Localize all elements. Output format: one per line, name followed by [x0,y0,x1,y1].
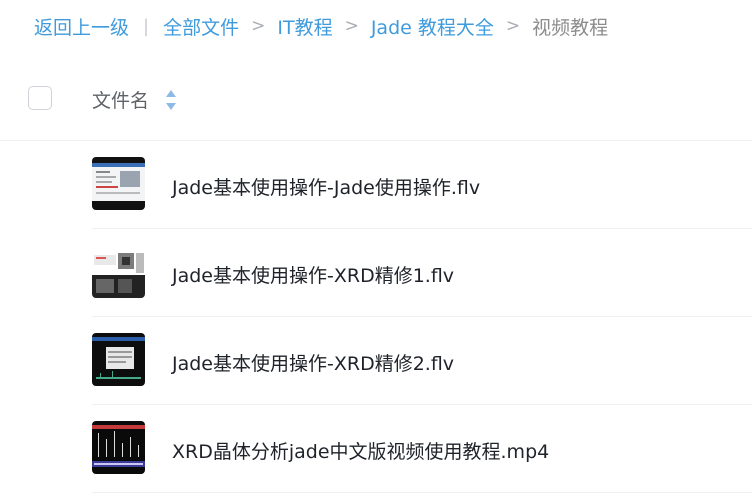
list-header: 文件名 [0,70,752,141]
video-thumbnail-screen-icon [92,157,145,210]
breadcrumb: 返回上一级 | 全部文件 > IT教程 > Jade 教程大全 > 视频教程 [34,12,608,40]
file-list: Jade基本使用操作-Jade使用操作.flv Jade基本使用操作-XRD精修… [0,141,752,493]
breadcrumb-separator: > [505,16,521,36]
video-thumbnail-screen-icon [92,421,145,474]
back-link[interactable]: 返回上一级 [34,13,129,40]
file-name[interactable]: Jade基本使用操作-XRD精修1.flv [172,261,454,288]
file-name[interactable]: XRD晶体分析jade中文版视频使用教程.mp4 [172,437,549,464]
select-all-checkbox[interactable] [28,86,52,110]
breadcrumb-current: 视频教程 [532,16,609,39]
file-row[interactable]: XRD晶体分析jade中文版视频使用教程.mp4 [92,405,752,493]
file-name[interactable]: Jade基本使用操作-Jade使用操作.flv [172,173,480,200]
video-thumbnail-screen-icon [92,333,145,386]
file-row[interactable]: Jade基本使用操作-XRD精修1.flv [92,229,752,317]
file-name[interactable]: Jade基本使用操作-XRD精修2.flv [172,349,454,376]
sort-by-name-button[interactable]: 文件名 [92,86,177,113]
file-row[interactable]: Jade基本使用操作-XRD精修2.flv [92,317,752,405]
breadcrumb-item-all-files[interactable]: 全部文件 [163,13,239,40]
file-browser-page: 返回上一级 | 全部文件 > IT教程 > Jade 教程大全 > 视频教程 文… [0,0,752,500]
breadcrumb-item-jade-tutorials[interactable]: Jade 教程大全 [371,13,494,40]
breadcrumb-separator: > [251,16,266,36]
sort-icon [165,89,177,111]
video-thumbnail-screen-icon [92,245,145,298]
file-row[interactable]: Jade基本使用操作-Jade使用操作.flv [92,141,752,229]
column-name-label: 文件名 [92,90,150,112]
breadcrumb-divider: | [143,15,150,37]
breadcrumb-separator: > [344,16,359,36]
breadcrumb-item-it-tutorials[interactable]: IT教程 [277,13,332,40]
